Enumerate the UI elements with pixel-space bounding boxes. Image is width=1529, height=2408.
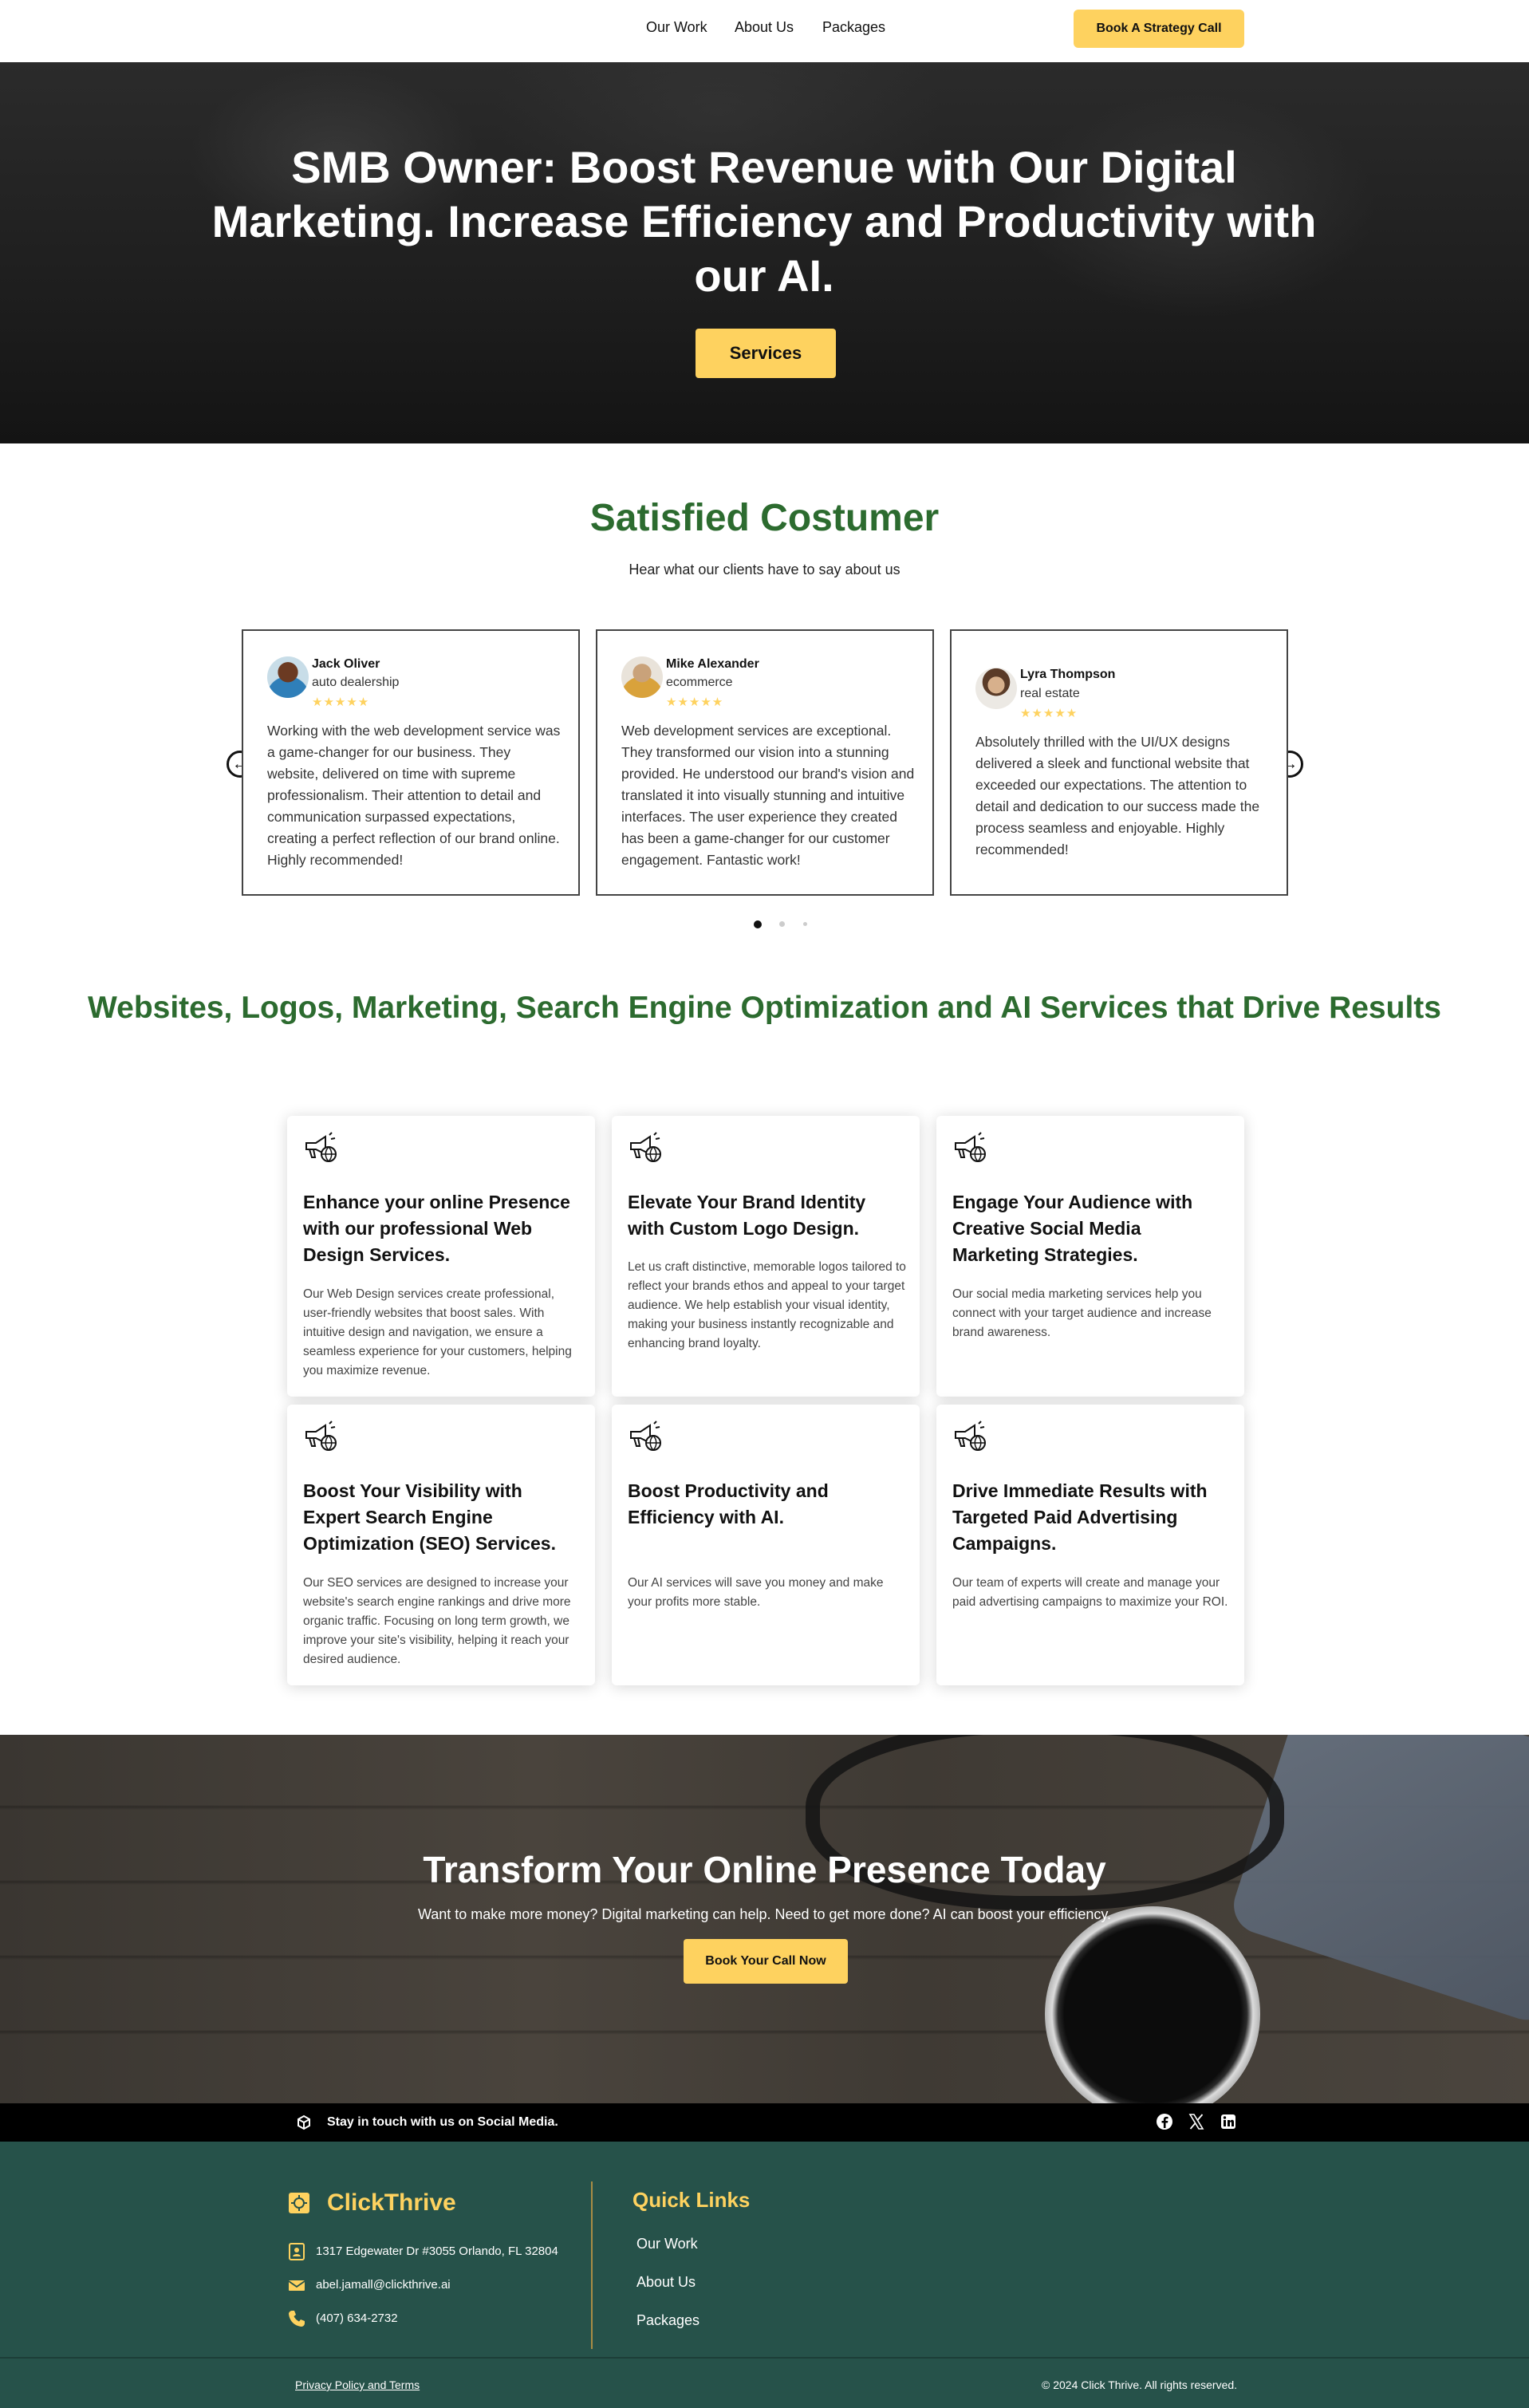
- testimonial-text: Absolutely thrilled with the UI/UX desig…: [975, 734, 1260, 857]
- reviewer-name: Jack Oliver: [312, 657, 380, 671]
- phone-icon: [289, 2311, 305, 2327]
- top-navigation: Our Work About Us Packages Book A Strate…: [0, 0, 1529, 62]
- footer-divider: [591, 2181, 593, 2349]
- service-title: Boost Productivity and Efficiency with A…: [628, 1480, 829, 1527]
- reviewer-role: auto dealership: [312, 676, 400, 689]
- footer-email[interactable]: abel.jamall@clickthrive.ai: [316, 2278, 451, 2292]
- carousel-dot-3[interactable]: [803, 922, 807, 926]
- footer-link-our-work[interactable]: Our Work: [636, 2236, 698, 2252]
- testimonial-text: Web development services are exceptional…: [621, 723, 915, 868]
- email-icon: [288, 2280, 305, 2291]
- nav-link-our-work[interactable]: Our Work: [646, 19, 707, 36]
- star-rating: ★★★★★: [666, 696, 724, 709]
- logo-icon: [289, 2193, 309, 2213]
- reviewer-name: Mike Alexander: [666, 657, 759, 671]
- service-card-social-media: Engage Your Audience with Creative Socia…: [936, 1116, 1244, 1397]
- megaphone-globe-icon: [630, 1421, 661, 1452]
- testimonials-subheading: Hear what our clients have to say about …: [629, 562, 900, 577]
- service-description: Let us craft distinctive, memorable logo…: [628, 1260, 906, 1350]
- services-button[interactable]: Services: [696, 329, 836, 378]
- service-description: Our Web Design services create professio…: [303, 1287, 572, 1377]
- footer-bottom-divider: [0, 2357, 1529, 2359]
- star-rating: ★★★★★: [312, 696, 370, 709]
- service-card-ai: Boost Productivity and Efficiency with A…: [612, 1405, 920, 1685]
- footer-link-about-us[interactable]: About Us: [636, 2274, 696, 2291]
- footer-address: 1317 Edgewater Dr #3055 Orlando, FL 3280…: [316, 2244, 558, 2258]
- cta-section: Transform Your Online Presence Today Wan…: [0, 1735, 1529, 2103]
- carousel-dot-2[interactable]: [779, 921, 785, 927]
- service-title: Enhance your online Presence with our pr…: [303, 1192, 570, 1265]
- social-bar: Stay in touch with us on Social Media.: [0, 2103, 1529, 2142]
- footer-brand: ClickThrive: [327, 2189, 456, 2216]
- book-your-call-button[interactable]: Book Your Call Now: [684, 1939, 848, 1984]
- quick-links-title: Quick Links: [632, 2188, 751, 2212]
- reviewer-name: Lyra Thompson: [1020, 668, 1116, 681]
- testimonial-card: Jack Oliver auto dealership ★★★★★ Workin…: [242, 629, 580, 896]
- service-title: Drive Immediate Results with Targeted Pa…: [952, 1480, 1208, 1554]
- megaphone-globe-icon: [305, 1421, 337, 1452]
- cta-subtitle: Want to make more money? Digital marketi…: [417, 1906, 1112, 1922]
- testimonial-card: Mike Alexander ecommerce ★★★★★ Web devel…: [596, 629, 934, 896]
- star-rating: ★★★★★: [1020, 707, 1078, 720]
- service-card-seo: Boost Your Visibility with Expert Search…: [287, 1405, 595, 1685]
- megaphone-globe-icon: [955, 1421, 986, 1452]
- nav-link-about-us[interactable]: About Us: [735, 19, 794, 36]
- testimonial-card: Lyra Thompson real estate ★★★★★ Absolute…: [950, 629, 1288, 896]
- service-description: Our team of experts will create and mana…: [952, 1576, 1228, 1609]
- services-heading: Websites, Logos, Marketing, Search Engin…: [88, 991, 1441, 1025]
- nav-link-packages[interactable]: Packages: [822, 19, 885, 36]
- service-title: Elevate Your Brand Identity with Custom …: [628, 1192, 866, 1239]
- reviewer-role: ecommerce: [666, 676, 733, 689]
- service-card-logo-design: Elevate Your Brand Identity with Custom …: [612, 1116, 920, 1397]
- address-card-icon: [289, 2243, 305, 2260]
- reviewer-role: real estate: [1020, 687, 1080, 700]
- hero-title: SMB Owner: Boost Revenue with Our Digita…: [211, 142, 1317, 301]
- facebook-icon[interactable]: [1156, 2113, 1173, 2130]
- service-description: Our SEO services are designed to increas…: [303, 1576, 571, 1666]
- megaphone-globe-icon: [955, 1132, 986, 1163]
- cta-title: Transform Your Online Presence Today: [423, 1849, 1106, 1890]
- copyright-text: © 2024 Click Thrive. All rights reserved…: [1042, 2378, 1238, 2391]
- book-strategy-call-button[interactable]: Book A Strategy Call: [1074, 10, 1244, 48]
- service-title: Engage Your Audience with Creative Socia…: [952, 1192, 1193, 1265]
- testimonial-text: Working with the web development service…: [267, 723, 561, 868]
- avatar: [975, 668, 1017, 709]
- service-title: Boost Your Visibility with Expert Search…: [303, 1480, 556, 1554]
- footer-phone[interactable]: (407) 634-2732: [316, 2311, 398, 2325]
- footer-link-packages[interactable]: Packages: [636, 2312, 699, 2329]
- service-card-paid-ads: Drive Immediate Results with Targeted Pa…: [936, 1405, 1244, 1685]
- x-twitter-icon[interactable]: [1188, 2113, 1205, 2130]
- megaphone-globe-icon: [305, 1132, 337, 1163]
- megaphone-globe-icon: [630, 1132, 661, 1163]
- linkedin-icon[interactable]: [1220, 2113, 1237, 2130]
- footer: ClickThrive 1317 Edgewater Dr #3055 Orla…: [0, 2142, 1529, 2408]
- testimonials-heading: Satisfied Costumer: [589, 497, 940, 539]
- coffee-cup-image: [1045, 1906, 1260, 2103]
- service-card-web-design: Enhance your online Presence with our pr…: [287, 1116, 595, 1397]
- avatar: [267, 656, 309, 698]
- social-text: Stay in touch with us on Social Media.: [327, 2115, 558, 2129]
- cube-icon: [298, 2114, 310, 2130]
- carousel-dot-1[interactable]: [754, 920, 762, 928]
- avatar: [621, 656, 663, 698]
- service-description: Our AI services will save you money and …: [628, 1576, 884, 1609]
- privacy-policy-link[interactable]: Privacy Policy and Terms: [295, 2378, 420, 2391]
- hero-section: SMB Owner: Boost Revenue with Our Digita…: [0, 62, 1529, 443]
- service-description: Our social media marketing services help…: [952, 1287, 1212, 1339]
